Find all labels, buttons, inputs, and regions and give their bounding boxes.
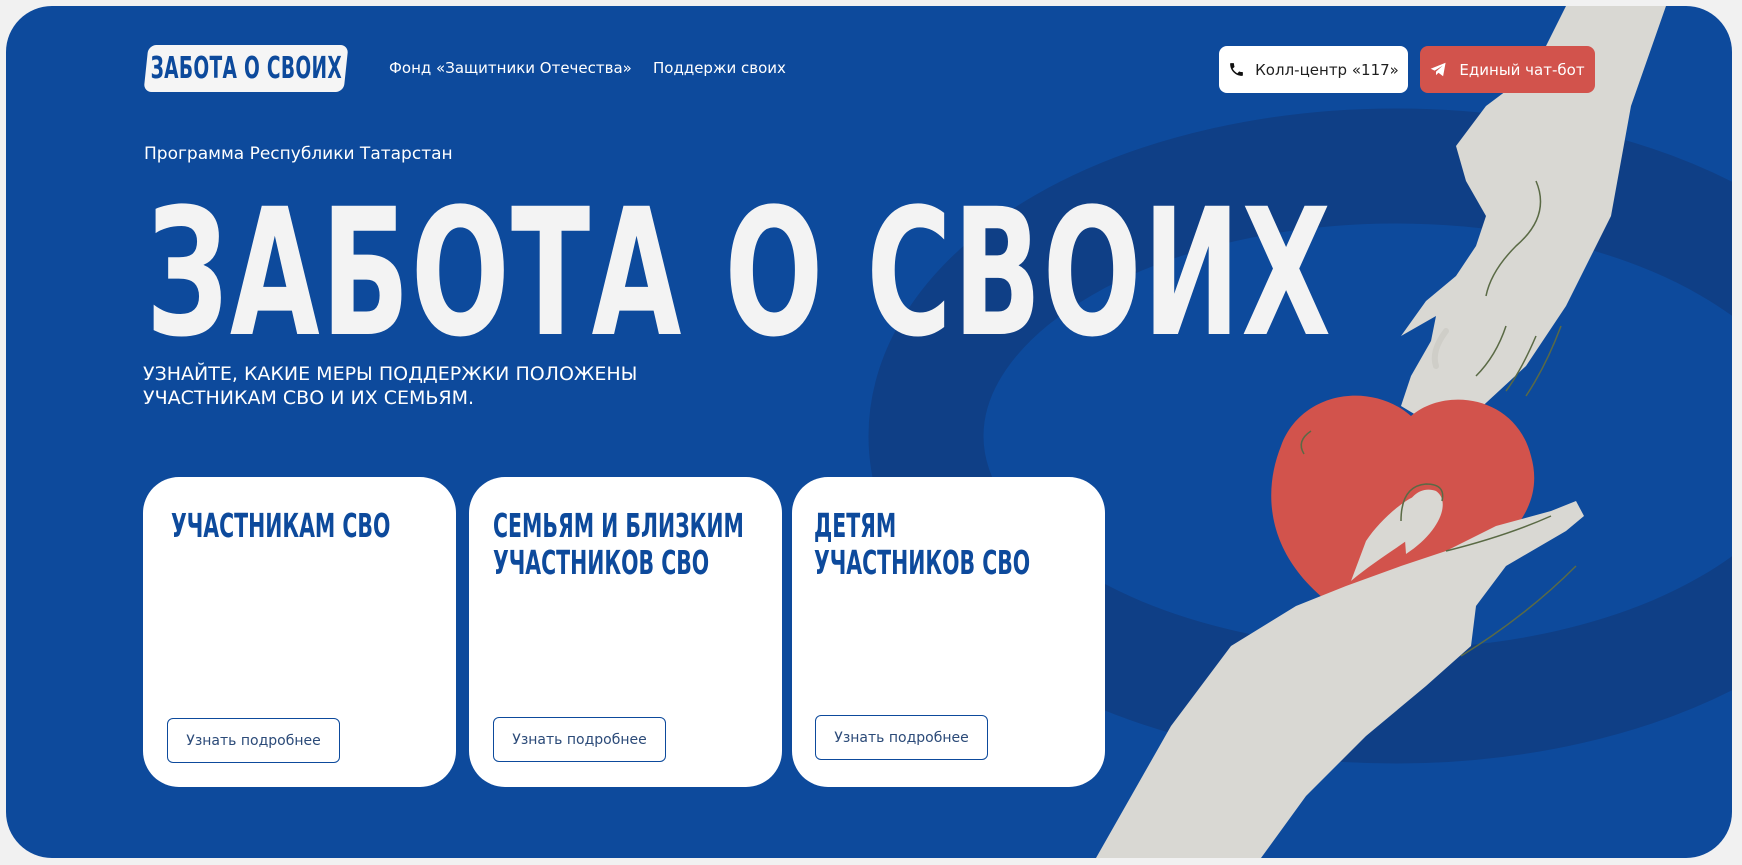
learn-more-button[interactable]: Узнать подробнее xyxy=(167,718,340,763)
card-title: ДЕТЯМ УЧАСТНИКОВ СВО xyxy=(814,507,1074,581)
learn-more-button[interactable]: Узнать подробнее xyxy=(493,717,666,762)
hero-subtitle-line-1: УЗНАЙТЕ, КАКИЕ МЕРЫ ПОДДЕРЖКИ ПОЛОЖЕНЫ xyxy=(143,363,638,385)
hero-section: ЗАБОТА О СВОИХ Фонд «Защитники Отечества… xyxy=(6,6,1732,858)
phone-icon xyxy=(1230,63,1244,76)
card-title: УЧАСТНИКАМ СВО xyxy=(171,507,431,544)
nav-link-support[interactable]: Поддержи своих xyxy=(653,59,786,77)
program-label: Программа Республики Татарстан xyxy=(144,144,453,164)
learn-more-button[interactable]: Узнать подробнее xyxy=(815,715,988,760)
card-children[interactable]: ДЕТЯМ УЧАСТНИКОВ СВО Узнать подробнее xyxy=(792,477,1105,787)
hero-subtitle: УЗНАЙТЕ, КАКИЕ МЕРЫ ПОДДЕРЖКИ ПОЛОЖЕНЫ У… xyxy=(143,362,703,410)
hero-title: ЗАБОТА О СВОИХ xyxy=(146,171,1333,376)
card-families[interactable]: СЕМЬЯМ И БЛИЗКИМ УЧАСТНИКОВ СВО Узнать п… xyxy=(469,477,782,787)
card-title-line-1: СЕМЬЯМ И БЛИЗКИМ xyxy=(493,506,744,545)
card-participants[interactable]: УЧАСТНИКАМ СВО Узнать подробнее xyxy=(143,477,456,787)
chatbot-button[interactable]: Единый чат-бот xyxy=(1420,46,1595,93)
telegram-icon xyxy=(1431,62,1447,77)
nav-link-fund[interactable]: Фонд «Защитники Отечества» xyxy=(389,59,632,77)
hero-title-wrap: ЗАБОТА О СВОИХ xyxy=(146,186,1331,362)
card-title-line-1: УЧАСТНИКАМ СВО xyxy=(171,506,391,545)
logo[interactable]: ЗАБОТА О СВОИХ xyxy=(143,45,349,92)
call-center-label: Колл-центр «117» xyxy=(1255,60,1399,79)
card-title-line-2: УЧАСТНИКОВ СВО xyxy=(493,543,710,582)
card-title-line-2: УЧАСТНИКОВ СВО xyxy=(814,543,1031,582)
card-title: СЕМЬЯМ И БЛИЗКИМ УЧАСТНИКОВ СВО xyxy=(493,507,753,581)
card-title-line-1: ДЕТЯМ xyxy=(814,506,897,545)
logo-text: ЗАБОТА О СВОИХ xyxy=(150,51,342,86)
call-center-button[interactable]: Колл-центр «117» xyxy=(1219,46,1408,93)
chatbot-label: Единый чат-бот xyxy=(1459,60,1585,79)
hero-subtitle-line-2: УЧАСТНИКАМ СВО И ИХ СЕМЬЯМ. xyxy=(143,387,475,409)
